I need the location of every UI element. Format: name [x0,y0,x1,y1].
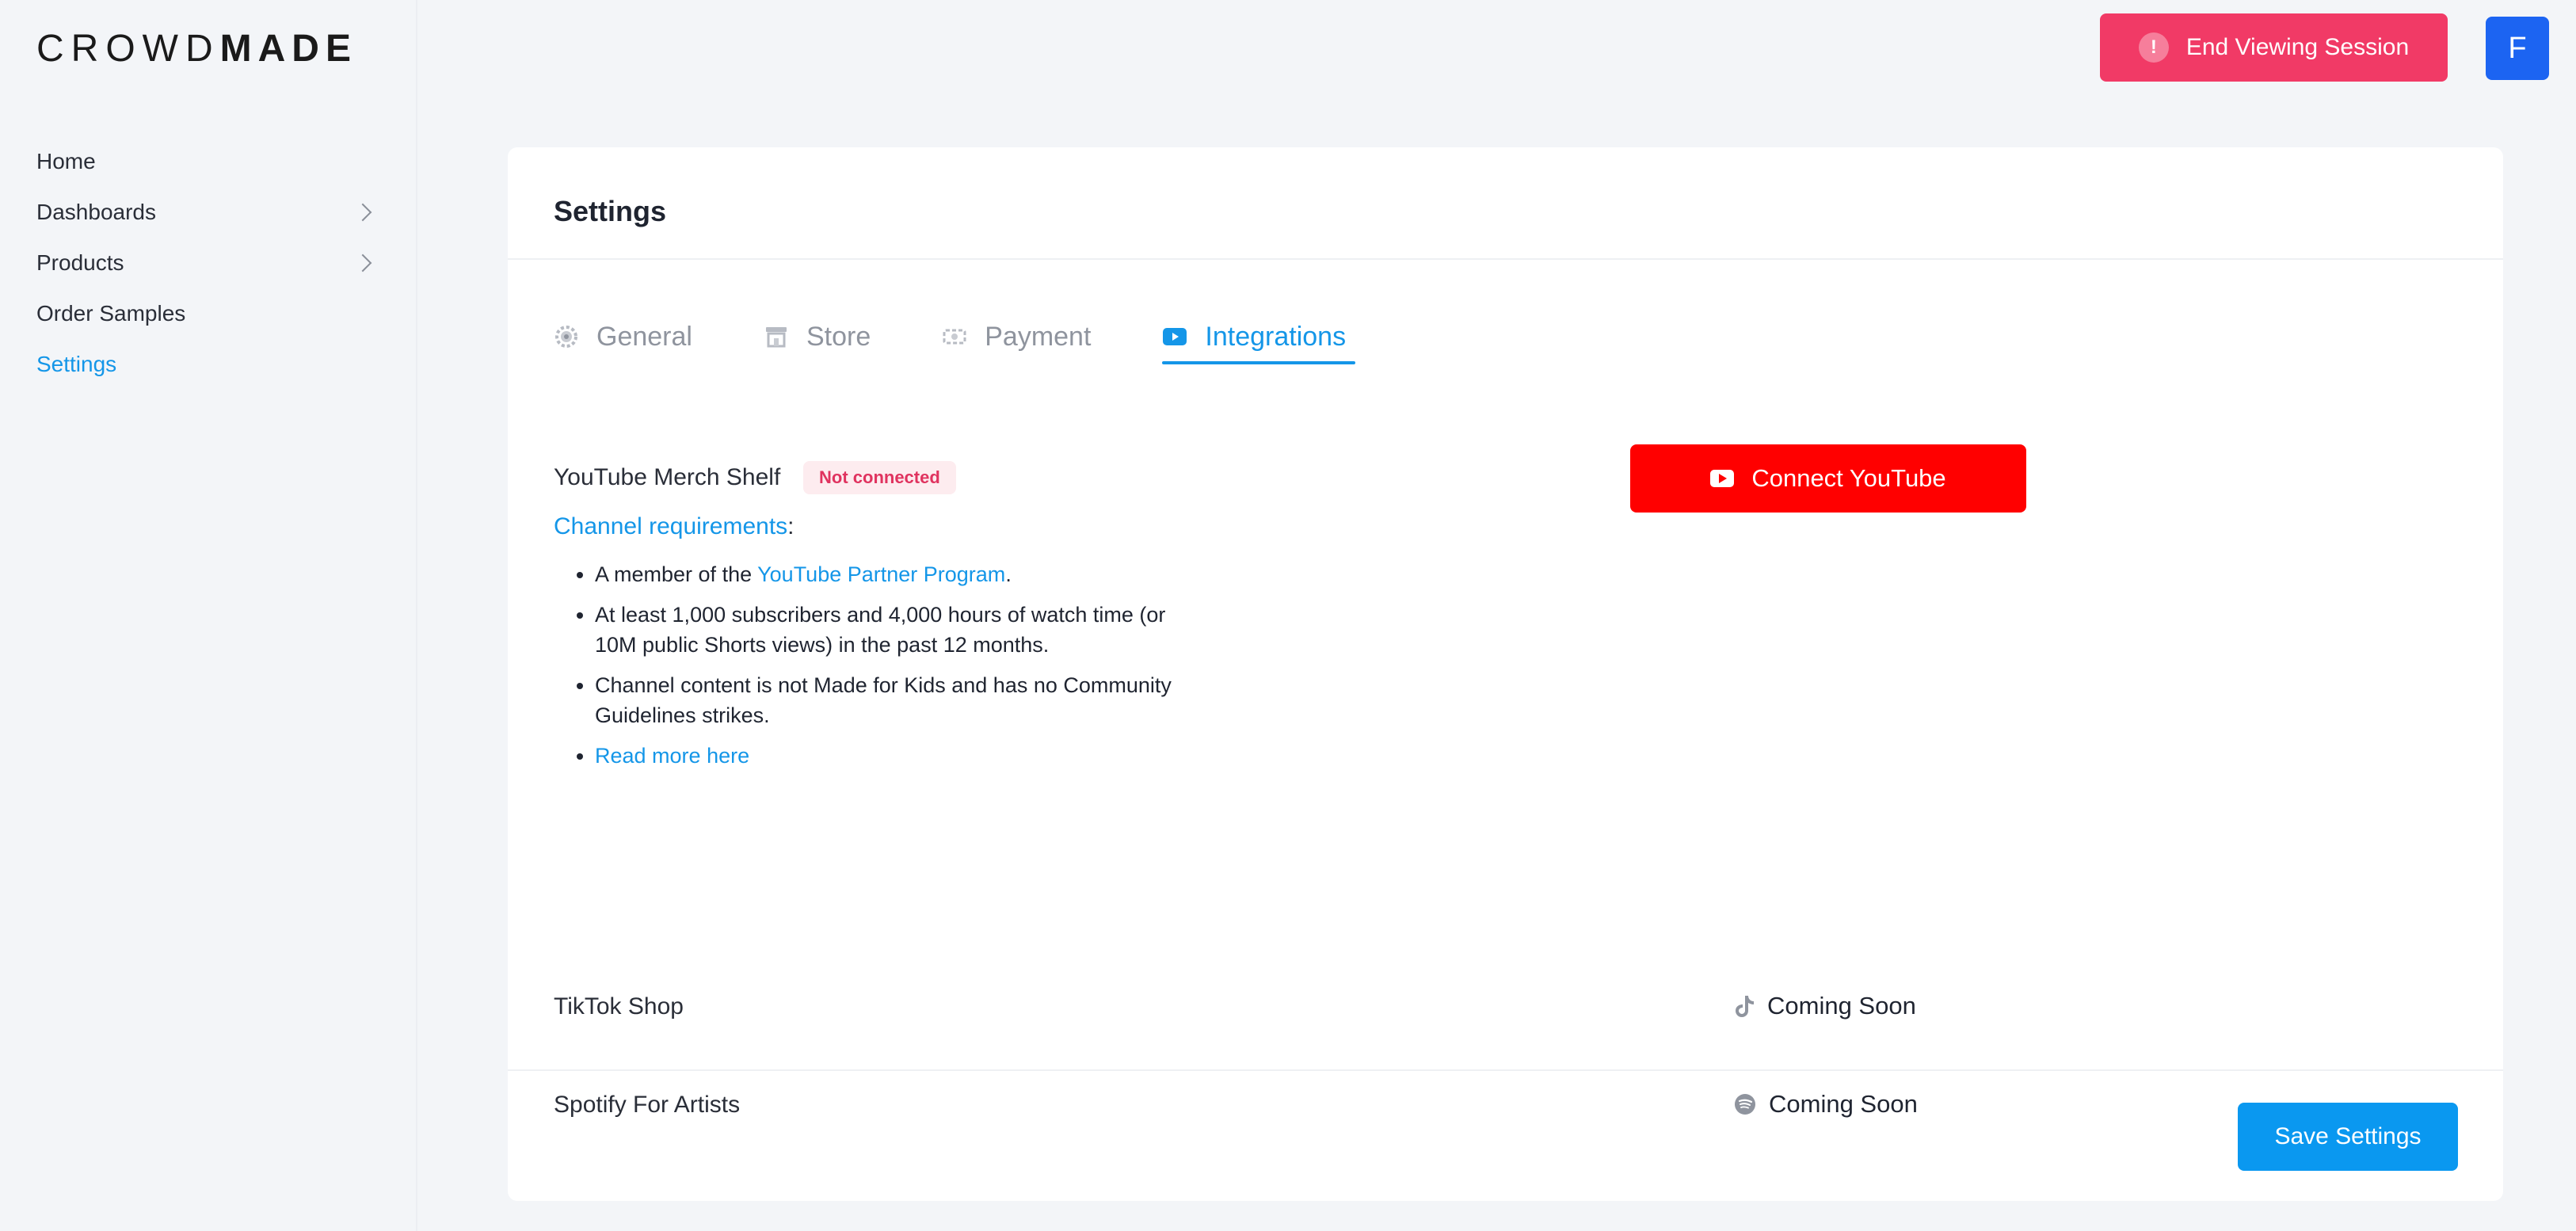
sidebar: CROWDMADE Home Dashboards Products Order… [0,0,417,1231]
req1-suffix: . [1005,562,1012,586]
youtube-merch-shelf-label: YouTube Merch Shelf [554,464,781,490]
coming-soon-label: Coming Soon [1769,1090,1918,1118]
settings-card: Settings General Store Payment Integrati… [508,147,2503,1201]
page-title: Settings [554,195,667,227]
sidebar-item-products[interactable]: Products [36,238,377,288]
tab-integrations[interactable]: Integrations [1162,314,1355,364]
tab-label: General [596,321,692,352]
youtube-icon [1710,470,1735,487]
alert-icon: ! [2138,32,2169,63]
spotify-for-artists-label: Spotify For Artists [554,1092,741,1118]
avatar[interactable]: F [2486,17,2549,80]
tiktok-icon [1736,996,1754,1017]
connect-youtube-label: Connect YouTube [1751,464,1946,492]
channel-requirements-link[interactable]: Channel requirements [554,513,787,539]
chevron-right-icon [353,203,372,222]
divider [508,258,2503,260]
settings-tabs: General Store Payment Integrations [554,314,1417,364]
sidebar-item-label: Home [36,149,96,173]
logo-light-text: CROWD [36,28,220,70]
chevron-right-icon [353,253,372,272]
coming-soon-label: Coming Soon [1767,992,1916,1019]
sidebar-item-order-samples[interactable]: Order Samples [36,288,377,339]
store-icon [765,327,787,348]
connect-youtube-button[interactable]: Connect YouTube [1630,444,2026,513]
gear-icon [555,326,577,348]
list-item: Channel content is not Made for Kids and… [595,670,1213,730]
spotify-icon [1735,1094,1755,1115]
tab-payment[interactable]: Payment [942,314,1091,360]
tiktok-coming-soon: Coming Soon [1734,992,1916,1020]
tab-label: Store [806,321,871,352]
tab-general[interactable]: General [554,314,692,360]
sidebar-item-label: Settings [36,352,117,376]
list-item: A member of the YouTube Partner Program. [595,559,1213,589]
colon: : [787,513,795,539]
tab-label: Integrations [1205,321,1347,352]
sidebar-item-label: Products [36,250,124,275]
end-viewing-session-button[interactable]: ! End Viewing Session [2100,13,2448,82]
requirements-list: A member of the YouTube Partner Program.… [554,559,1213,781]
payment-icon [943,329,966,345]
sidebar-nav: Home Dashboards Products Order Samples S… [36,136,377,390]
youtube-icon [1163,328,1187,345]
save-settings-button[interactable]: Save Settings [2238,1103,2458,1171]
tiktok-shop-label: TikTok Shop [554,993,684,1019]
sidebar-item-dashboards[interactable]: Dashboards [36,187,377,238]
divider [508,1069,2503,1071]
end-session-label: End Viewing Session [2185,34,2410,60]
status-badge: Not connected [803,461,956,494]
list-item: At least 1,000 subscribers and 4,000 hou… [595,600,1213,660]
tab-label: Payment [985,321,1092,352]
tab-store[interactable]: Store [764,314,871,360]
sidebar-item-home[interactable]: Home [36,136,377,187]
crowdmade-logo[interactable]: CROWDMADE [36,27,357,71]
logo-bold-text: MADE [219,28,357,70]
req1-prefix: A member of the [595,562,758,586]
sidebar-item-label: Order Samples [36,301,186,326]
channel-requirements-heading: Channel requirements: [554,513,795,540]
list-item: Read more here [595,741,1213,771]
youtube-partner-program-link[interactable]: YouTube Partner Program [757,562,1005,586]
sidebar-item-settings[interactable]: Settings [36,339,377,390]
spotify-coming-soon: Coming Soon [1734,1090,1918,1119]
read-more-link[interactable]: Read more here [595,744,749,768]
sidebar-item-label: Dashboards [36,200,156,224]
